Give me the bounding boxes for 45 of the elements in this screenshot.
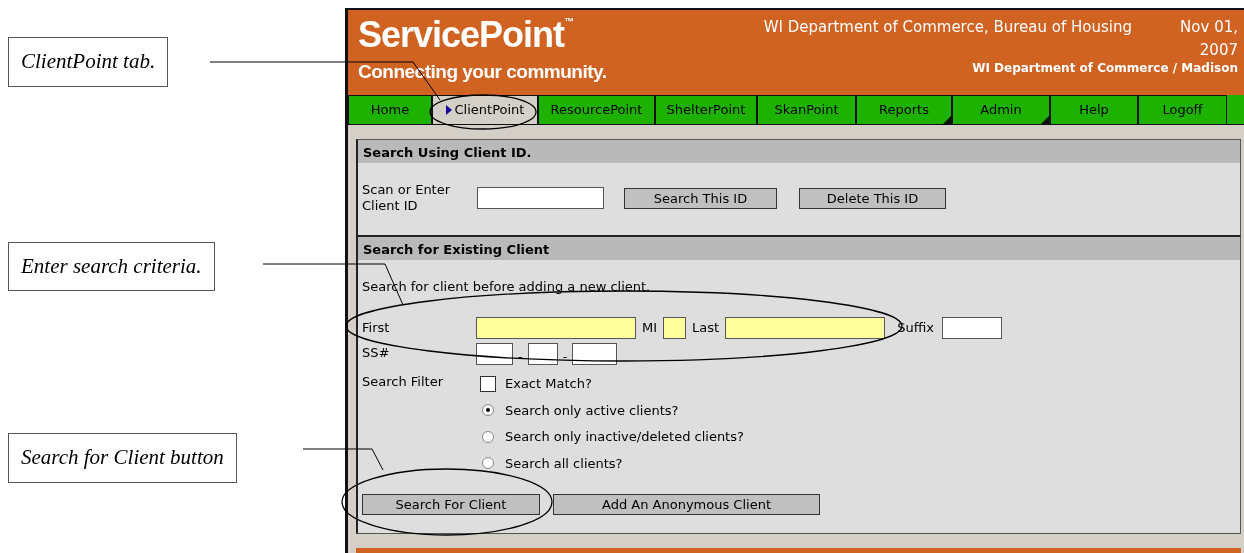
name-field[interactable] <box>725 316 886 339</box>
name-field[interactable] <box>663 316 687 339</box>
separator-text: - <box>562 347 568 366</box>
field-label: MI <box>642 318 658 337</box>
field-label: Search Filter <box>362 373 444 391</box>
section-title: Search for Existing Client <box>358 237 1240 260</box>
nav-tab[interactable]: ShelterPoint <box>655 94 757 124</box>
nav-tab[interactable]: SkanPoint <box>757 94 856 124</box>
ssn-field[interactable] <box>527 343 558 366</box>
callout-box: Search for Client button <box>8 433 237 483</box>
delete-button[interactable]: Delete This ID <box>799 187 946 209</box>
name-field[interactable] <box>476 316 636 339</box>
radio-button[interactable] <box>482 430 494 443</box>
radio-button[interactable] <box>482 404 494 417</box>
option-label: Search only active clients? <box>505 401 679 420</box>
add-client-button[interactable]: Add An Anonymous Client <box>553 494 820 515</box>
radio-button[interactable] <box>482 457 494 470</box>
logo-text: ServicePoint$^{™}$ <box>358 16 575 54</box>
search-button[interactable]: Search For Client <box>362 494 540 515</box>
agency-name: WI Department of Commerce, Bureau of Housing <box>763 17 1132 38</box>
nav-tab[interactable]: Reports <box>856 94 952 124</box>
nav-tab[interactable]: Logoff <box>1138 94 1227 124</box>
field-label: Last <box>692 318 720 337</box>
name-field[interactable] <box>941 316 1002 339</box>
ssn-field[interactable] <box>572 343 618 366</box>
ssn-field[interactable] <box>476 343 513 366</box>
nav-tab[interactable]: Help <box>1050 94 1138 124</box>
field-label: Scan or Enter Client ID <box>362 182 452 214</box>
field-label: SS# <box>362 343 391 362</box>
option-label: Exact Match? <box>505 375 592 393</box>
search-button[interactable]: Search This ID <box>624 187 777 209</box>
nav-tab[interactable]: ResourcePoint <box>538 94 655 124</box>
nav-tab[interactable]: Admin <box>952 94 1050 124</box>
option-label: Search all clients? <box>505 454 623 473</box>
date-text: Nov 01, 2007 <box>1179 17 1238 61</box>
client-id-field[interactable] <box>477 187 604 209</box>
field-label: First <box>362 318 391 337</box>
location-text: WI Department of Commerce / Madison <box>971 60 1238 77</box>
option-label: Search only inactive/deleted clients? <box>505 428 744 446</box>
separator-text: - <box>518 347 523 366</box>
section-title: Search Using Client ID. <box>358 140 1240 163</box>
checkbox[interactable] <box>480 375 496 392</box>
nav-tab[interactable]: Home <box>348 94 432 124</box>
callout-box: Enter search criteria. <box>8 241 215 291</box>
callout-box: ClientPoint tab. <box>8 37 169 87</box>
